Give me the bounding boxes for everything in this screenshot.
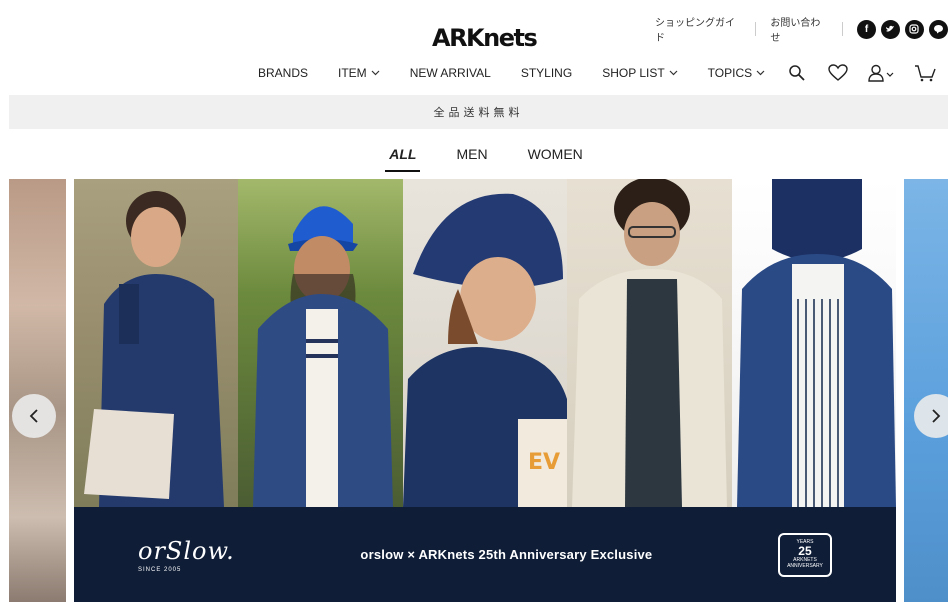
anniversary-badge: YEARS 25 ARKNETS ANNIVERSARY <box>777 532 832 577</box>
shopping-guide-link[interactable]: ショッピングガイド <box>655 14 741 44</box>
nav-item[interactable]: ITEM <box>338 66 380 80</box>
nav-shop-list[interactable]: SHOP LIST <box>602 66 678 80</box>
model-illustration <box>736 179 896 507</box>
hero-carousel: EV orSlow. SINCE 2005 orslow × ARKnets 2… <box>9 179 948 602</box>
divider <box>842 22 843 36</box>
contact-link[interactable]: お問い合わせ <box>770 14 828 44</box>
brand-name: orSlow. <box>138 536 235 565</box>
tab-all[interactable]: ALL <box>369 146 436 172</box>
gender-tabs: ALL MEN WOMEN <box>0 146 948 172</box>
model-photo <box>567 179 732 507</box>
next-slide-peek[interactable] <box>904 179 948 602</box>
header-icons <box>788 62 948 84</box>
model-illustration <box>84 191 224 507</box>
chevron-down-icon <box>371 70 380 76</box>
nav-brands[interactable]: BRANDS <box>258 66 308 80</box>
chevron-down-icon <box>669 70 678 76</box>
nav-label: TOPICS <box>707 66 753 80</box>
line-icon[interactable] <box>928 19 948 39</box>
utility-links: ショッピングガイド お問い合わせ f <box>655 14 948 44</box>
facebook-icon[interactable]: f <box>856 19 876 39</box>
slide-photos: EV <box>74 179 897 507</box>
heart-icon[interactable] <box>828 62 850 84</box>
chevron-right-icon <box>932 409 941 423</box>
site-logo[interactable]: ARKnets <box>432 24 538 52</box>
model-photo <box>74 179 239 507</box>
svg-text:EV: EV <box>528 450 560 475</box>
nav-label: ITEM <box>338 66 367 80</box>
model-illustration <box>572 179 728 507</box>
hero-slide[interactable]: EV orSlow. SINCE 2005 orslow × ARKnets 2… <box>74 179 897 602</box>
nav-new-arrival[interactable]: NEW ARRIVAL <box>410 66 491 80</box>
notice-text: 全品送料無料 <box>433 106 524 119</box>
free-shipping-notice: 全品送料無料 <box>9 95 948 129</box>
social-links: f <box>856 19 948 39</box>
badge-bottom: ANNIVERSARY <box>787 562 823 569</box>
main-nav: BRANDS ITEM NEW ARRIVAL STYLING SHOP LIS… <box>258 66 795 80</box>
model-illustration <box>253 206 394 507</box>
twitter-icon[interactable] <box>880 19 900 39</box>
cart-icon[interactable] <box>914 62 936 84</box>
chevron-left-icon <box>29 409 38 423</box>
banner-caption-band: orSlow. SINCE 2005 orslow × ARKnets 25th… <box>74 507 896 602</box>
divider <box>755 22 757 36</box>
nav-label: NEW ARRIVAL <box>409 66 491 80</box>
search-icon[interactable] <box>788 62 810 84</box>
site-header: ARKnets ショッピングガイド お問い合わせ f BRANDS ITEM N… <box>0 0 948 95</box>
brand-since: SINCE 2005 <box>138 566 182 573</box>
orslow-logo: orSlow. SINCE 2005 <box>138 537 235 573</box>
tab-women[interactable]: WOMEN <box>508 146 603 172</box>
tab-men[interactable]: MEN <box>436 146 507 172</box>
nav-label: SHOP LIST <box>602 66 665 80</box>
model-illustration: EV <box>402 193 567 507</box>
instagram-icon[interactable] <box>904 19 924 39</box>
model-photo: EV <box>402 179 568 507</box>
nav-topics[interactable]: TOPICS <box>708 66 765 80</box>
nav-label: STYLING <box>520 66 573 80</box>
nav-styling[interactable]: STYLING <box>521 66 572 80</box>
banner-headline: orslow × ARKnets 25th Anniversary Exclus… <box>360 547 653 562</box>
chevron-down-icon <box>756 70 765 76</box>
model-photo <box>238 179 403 507</box>
previous-slide-peek[interactable] <box>9 179 66 602</box>
model-photo <box>731 179 897 507</box>
carousel-prev-button[interactable] <box>12 394 56 438</box>
account-icon[interactable] <box>868 62 896 84</box>
nav-label: BRANDS <box>258 66 309 80</box>
